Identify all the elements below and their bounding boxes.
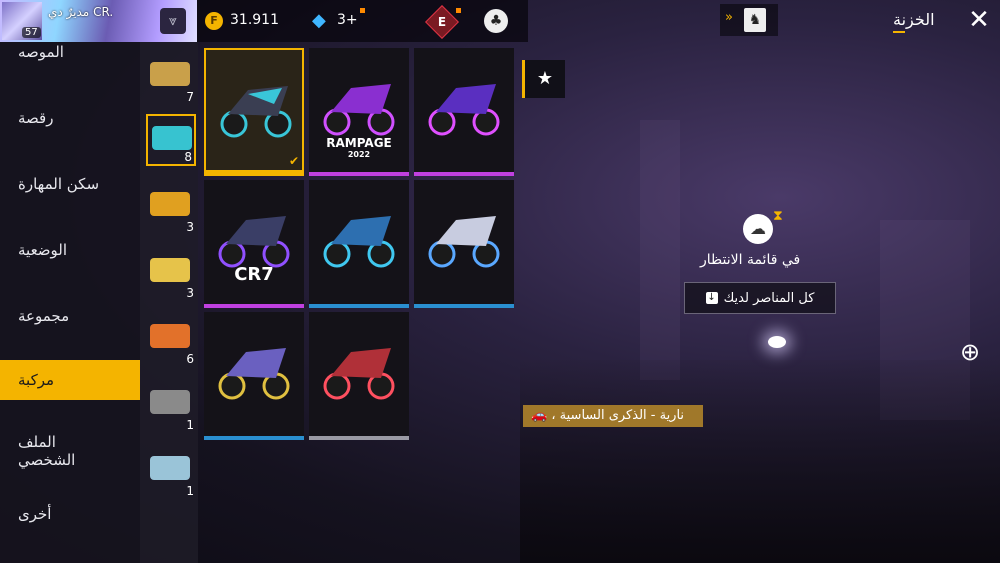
item-card[interactable]	[204, 312, 304, 440]
vehicle-type-image	[150, 192, 190, 216]
category-item-vehicle[interactable]: مركبة	[0, 360, 140, 400]
category-label: الوضعية	[18, 241, 68, 259]
item-caption: CR7	[234, 264, 274, 285]
vehicle-type-image	[150, 258, 190, 282]
item-card[interactable]: CR7	[204, 180, 304, 308]
vehicle-type-thumb[interactable]: 8	[146, 114, 196, 166]
item-card[interactable]: RAMPAGE 2022	[309, 48, 409, 176]
motorbike-image	[220, 86, 292, 138]
category-item[interactable]: رقصة	[0, 98, 140, 138]
category-item[interactable]: مجموعة	[0, 296, 140, 336]
category-item[interactable]: الملف الشخصي	[0, 428, 110, 474]
category-item[interactable]: الموصه	[0, 32, 140, 72]
rarity-bar	[309, 436, 409, 440]
vehicle-type-count: 8	[184, 150, 192, 164]
rarity-bar	[309, 304, 409, 308]
motorbike-image	[323, 216, 395, 268]
rarity-bar	[204, 436, 304, 440]
vehicle-type-count: 1	[186, 418, 194, 432]
vehicle-type-count: 7	[186, 90, 194, 104]
rarity-bar	[309, 172, 409, 176]
category-item[interactable]: الوضعية	[0, 230, 140, 270]
item-card[interactable]	[414, 180, 514, 308]
rarity-bar	[414, 172, 514, 176]
rarity-bar	[206, 170, 302, 174]
motorbike-image	[428, 84, 500, 136]
queue-status-text: في قائمة الانتظار	[700, 252, 801, 268]
background-floor	[520, 360, 1000, 563]
equipped-check-icon: ✔	[288, 154, 299, 168]
zoom-in-icon[interactable]: ⊕	[955, 337, 985, 367]
vehicle-type-thumb[interactable]: 7	[146, 52, 196, 104]
category-label: الموصه	[18, 43, 64, 61]
motorbike-image	[323, 348, 395, 400]
vehicle-type-image	[150, 62, 190, 86]
vehicle-type-count: 3	[186, 286, 194, 300]
vehicle-type-thumb[interactable]: 1	[146, 446, 196, 498]
all-items-button[interactable]: ↓ كل المناصر لديك	[684, 282, 836, 314]
vehicle-type-image	[152, 126, 192, 150]
download-cloud-icon: ☁	[743, 214, 773, 244]
elite-pass-icon[interactable]: E	[425, 5, 459, 39]
item-card-selected[interactable]: ✔	[204, 48, 304, 176]
background-pillar	[640, 120, 680, 380]
vehicle-type-thumb[interactable]: 6	[146, 314, 196, 366]
category-label: الملف الشخصي	[18, 433, 76, 469]
category-label: سكن المهارة	[18, 175, 100, 193]
item-card[interactable]	[309, 312, 409, 440]
gold-amount: 31.911	[230, 12, 279, 28]
motorbike-image	[323, 84, 395, 136]
page-title: الخزنة	[893, 10, 935, 33]
double-chevron-icon: »	[725, 10, 733, 25]
hourglass-icon: ⧗	[773, 208, 783, 224]
all-items-label: كل المناصر لديك	[723, 290, 815, 306]
category-item[interactable]: أخرى	[0, 494, 140, 534]
item-name-text: ، نارية - الذكرى الساسية	[551, 408, 685, 423]
vehicle-type-list: 7 8 3 3 6 1 1	[140, 42, 198, 563]
category-list: الموصه رقصة سكن المهارة الوضعية مجموعة م…	[0, 42, 140, 563]
rank-chevron-icon[interactable]: ⩔	[160, 8, 186, 34]
favorite-star-button[interactable]: ★	[522, 60, 565, 98]
player-name: مديرٌ دي CR.	[48, 5, 114, 19]
motorbike-image	[428, 216, 500, 268]
vehicle-type-image	[150, 324, 190, 348]
background-light	[768, 336, 786, 348]
item-caption: RAMPAGE	[326, 136, 392, 150]
diamond-amount[interactable]: 3+	[337, 12, 358, 28]
item-subcaption: 2022	[347, 150, 371, 159]
diamond-icon: ◆	[312, 10, 326, 31]
motorbike-image	[218, 216, 290, 268]
vehicle-type-count: 3	[186, 220, 194, 234]
category-label: رقصة	[18, 109, 54, 127]
gold-coin-icon: F	[205, 12, 223, 30]
item-name-banner: 🚗 ، نارية - الذكرى الساسية	[523, 405, 703, 427]
category-label: مركبة	[18, 371, 55, 389]
rarity-bar	[414, 304, 514, 308]
car-icon: 🚗	[531, 408, 548, 423]
elite-pass-letter: E	[437, 15, 447, 29]
item-card[interactable]	[414, 48, 514, 176]
vehicle-type-thumb[interactable]: 1	[146, 380, 196, 432]
category-label: مجموعة	[18, 307, 70, 325]
category-item[interactable]: سكن المهارة	[0, 164, 140, 204]
vehicle-type-count: 6	[186, 352, 194, 366]
close-icon[interactable]: ✕	[958, 0, 1000, 40]
notification-dot	[360, 8, 365, 13]
notification-dot	[456, 8, 461, 13]
motorbike-image	[218, 348, 290, 400]
vault-icon: ♞	[744, 8, 766, 32]
rarity-bar	[204, 304, 304, 308]
vehicle-type-image	[150, 390, 190, 414]
category-label: أخرى	[18, 505, 52, 523]
vehicle-type-thumb[interactable]: 3	[146, 248, 196, 300]
vault-button[interactable]: » ♞	[720, 4, 778, 36]
download-icon: ↓	[705, 292, 718, 304]
item-card[interactable]	[309, 180, 409, 308]
vehicle-type-count: 1	[186, 484, 194, 498]
vehicle-type-thumb[interactable]: 3	[146, 182, 196, 234]
tree-icon[interactable]: ♣	[484, 9, 508, 33]
vehicle-type-image	[150, 456, 190, 480]
